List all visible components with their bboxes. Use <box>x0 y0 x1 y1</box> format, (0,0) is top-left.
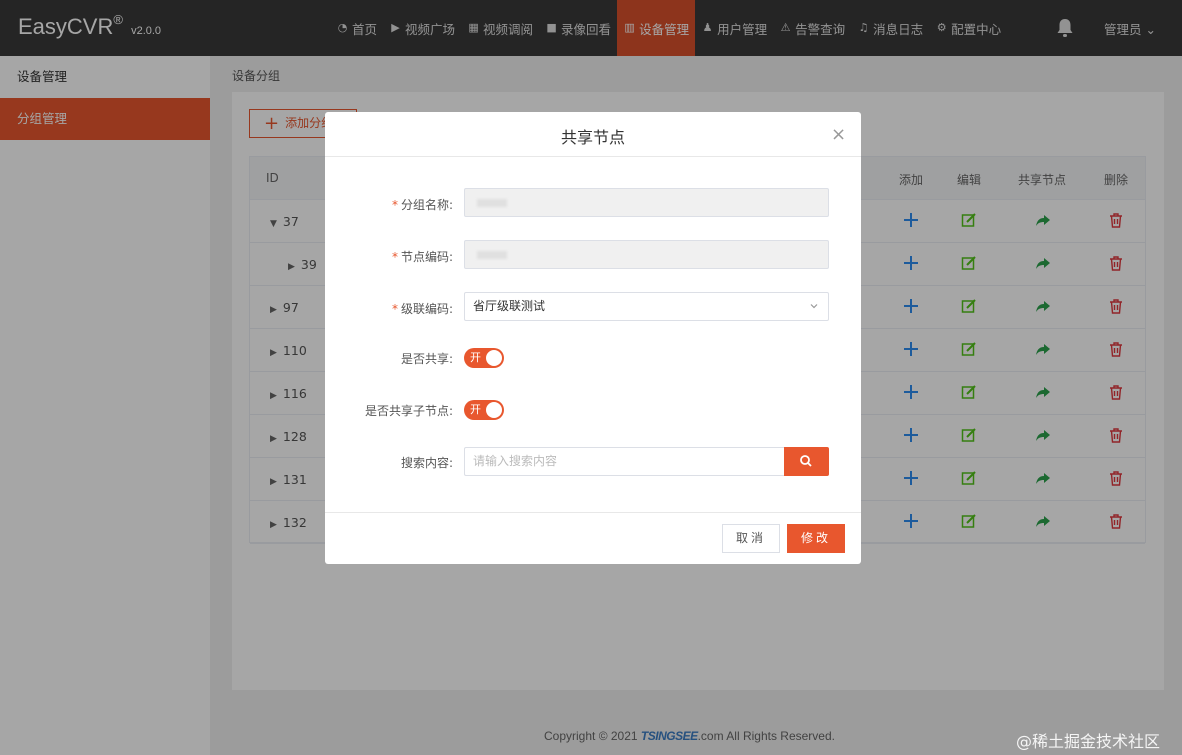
node-code-label-text: 节点编码: <box>400 250 453 264</box>
dialog-title: 共享节点 <box>560 128 625 147</box>
toggle-knob <box>486 350 502 366</box>
search-input[interactable]: 请输入搜索内容 <box>464 447 785 476</box>
confirm-modify-button[interactable]: 修改 <box>787 524 845 553</box>
share-label: 是否共享: <box>400 352 453 366</box>
toggle-knob <box>486 402 502 418</box>
cascade-code-label: * 级联编码: <box>325 300 453 317</box>
group-name-label: * 分组名称: <box>325 196 453 213</box>
required-mark: * <box>391 302 398 316</box>
group-name-label-text: 分组名称: <box>400 198 453 212</box>
cascade-code-label-text: 级联编码: <box>400 302 453 316</box>
share-child-toggle[interactable]: 开 <box>464 400 504 420</box>
required-mark: * <box>391 250 398 264</box>
required-mark: * <box>391 198 398 212</box>
toggle-on-text: 开 <box>470 403 481 416</box>
chevron-down-icon <box>810 304 818 309</box>
share-toggle[interactable]: 开 <box>464 348 504 368</box>
node-code-label: * 节点编码: <box>325 248 453 265</box>
watermark: @稀土掘金技术社区 <box>1016 732 1161 751</box>
search-label: 搜索内容: <box>400 456 453 470</box>
share-node-dialog: 共享节点 × * 分组名称: * 节点编码: * 级联编码: 省厅级联测试 是否共享:… <box>325 112 861 564</box>
share-child-label: 是否共享子节点: <box>364 404 453 418</box>
group-name-field[interactable] <box>464 188 829 217</box>
close-icon[interactable]: × <box>831 124 846 145</box>
dialog-footer-divider <box>325 512 861 513</box>
search-icon <box>800 455 812 467</box>
cancel-button[interactable]: 取消 <box>722 524 780 553</box>
toggle-on-text: 开 <box>470 351 481 364</box>
cascade-code-select[interactable]: 省厅级联测试 <box>464 292 829 321</box>
cascade-code-value: 省厅级联测试 <box>473 299 546 313</box>
dialog-divider <box>325 156 861 157</box>
search-button[interactable] <box>784 447 829 476</box>
node-code-field[interactable] <box>464 240 829 269</box>
redacted-value <box>477 198 507 207</box>
redacted-value <box>477 250 507 259</box>
